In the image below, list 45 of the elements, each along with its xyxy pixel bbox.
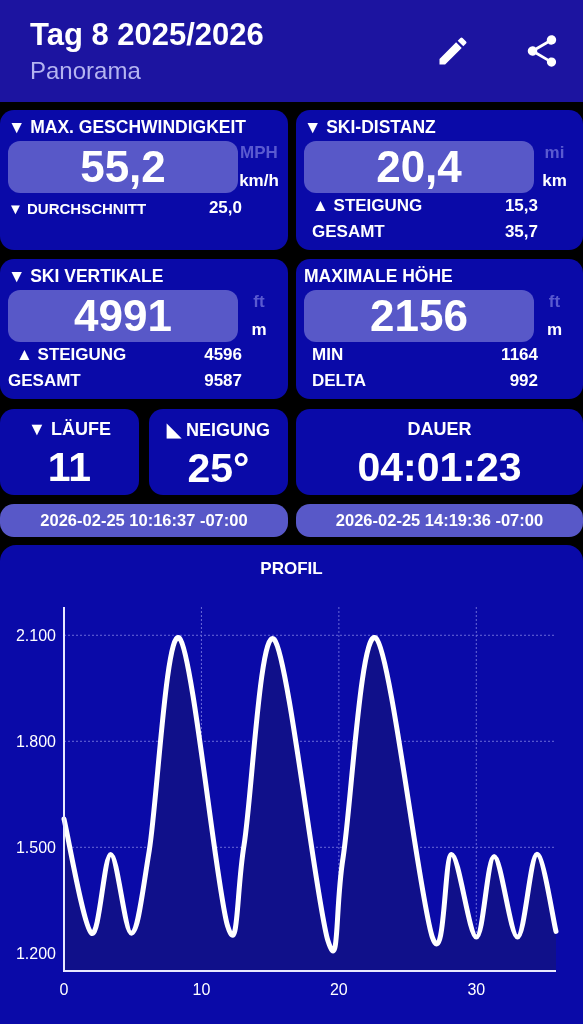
value-display: 4991 [8, 290, 238, 342]
counter-value: 11 [47, 444, 92, 491]
stat-label: ▼ DURCHSCHNITT [8, 199, 147, 217]
value-display: 55,2 [8, 141, 238, 193]
card-title[interactable]: ▼ SKI VERTIKALE [8, 266, 280, 290]
counter-value: 04:01:23 [357, 444, 522, 491]
screen-title: Tag 8 2025/2026 [30, 17, 265, 53]
stat-value: 1164 [501, 345, 538, 365]
unit-toggle[interactable]: m [251, 320, 267, 340]
stat-value: 992 [509, 371, 538, 391]
x-tick-label: 20 [329, 981, 348, 998]
y-tick-label: 2.100 [15, 627, 56, 645]
y-tick-label: 1.800 [15, 733, 56, 751]
timestamp-pill: 2026-02-25 10:16:37 -07:00 [0, 504, 288, 537]
timestamp-pill: 2026-02-25 14:19:36 -07:00 [296, 504, 583, 537]
y-tick-label: 1.500 [15, 839, 56, 857]
counter-label: DAUER [407, 419, 472, 440]
stat-value: 25,0 [208, 198, 242, 218]
chart-title: PROFIL [259, 558, 324, 580]
card-title[interactable]: MAXIMALE HÖHE [304, 266, 575, 290]
x-tick-label: 30 [467, 981, 486, 998]
stat-label: GESAMT [8, 371, 81, 391]
screen-subtitle: Panorama [30, 57, 142, 85]
stat-value: 9587 [204, 371, 242, 391]
y-tick-label: 1.200 [15, 945, 56, 963]
stat-value: 35,7 [504, 222, 538, 242]
stat-label: DELTA [312, 371, 367, 391]
unit-toggle[interactable]: km/h [239, 171, 279, 191]
card-title[interactable]: ▼ MAX. GESCHWINDIGKEIT [8, 117, 280, 141]
card-title[interactable]: ▼ SKI-DISTANZ [304, 117, 575, 141]
stat-label: MIN [312, 345, 344, 365]
stat-value: 4596 [204, 345, 242, 365]
counter-value: 25° [187, 445, 250, 492]
stat-label: GESAMT [312, 222, 385, 242]
stat-label: ▲ STEIGUNG [16, 345, 127, 365]
stat-label: ▲ STEIGUNG [312, 196, 423, 216]
unit-toggle[interactable]: km [542, 171, 567, 191]
stat-value: 15,3 [504, 196, 538, 216]
value-display: 2156 [304, 290, 534, 342]
unit-toggle[interactable]: m [546, 320, 563, 340]
counter-label: ▼ LÄUFE [28, 419, 111, 440]
value-display: 20,4 [304, 141, 534, 193]
x-tick-label: 10 [192, 981, 211, 998]
x-tick-label: 0 [59, 981, 69, 998]
counter-label: ◣ NEIGUNG [167, 419, 270, 441]
